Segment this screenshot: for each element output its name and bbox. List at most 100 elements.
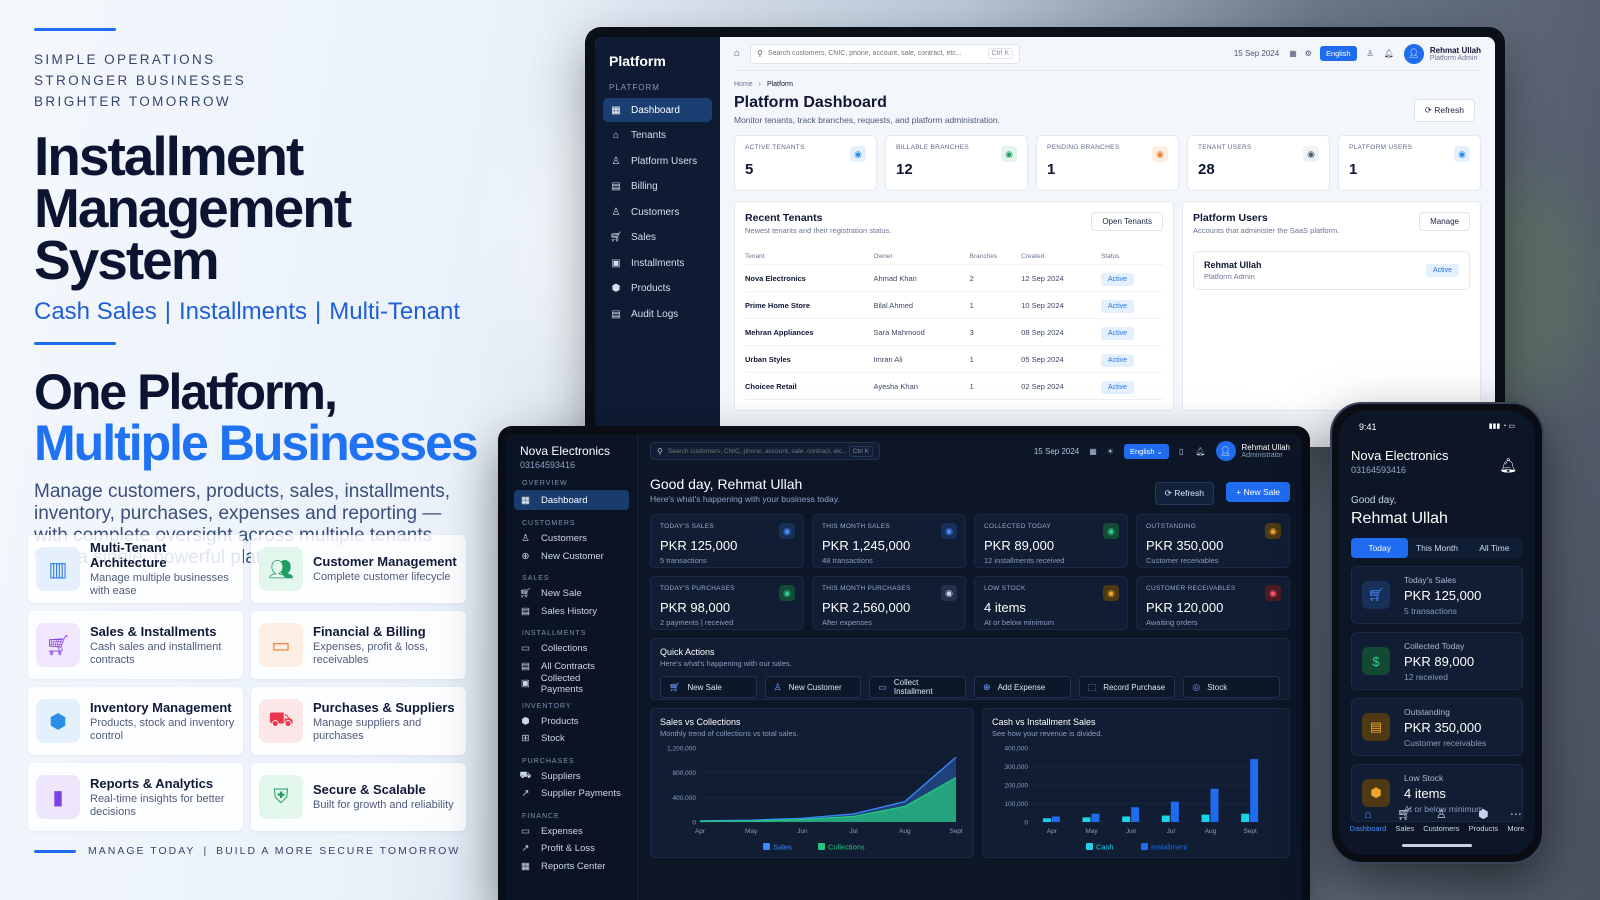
- sidebar-item-dashboard[interactable]: ▦ Dashboard: [603, 98, 712, 122]
- kpi-card[interactable]: THIS MONTH SALES PKR 1,245,000 48 transa…: [812, 514, 966, 568]
- sidebar-item-collected-payments[interactable]: ▣ Collected Payments: [514, 673, 629, 695]
- sidebar-item-products[interactable]: ⬢ Products: [603, 277, 712, 301]
- bell-icon[interactable]: 🔔︎: [1195, 447, 1205, 456]
- sidebar-item-billing[interactable]: ▤ Billing: [603, 175, 712, 199]
- charts-row: Sales vs Collections Monthly trend of co…: [650, 708, 1290, 858]
- table-row[interactable]: Nova Electronics Ahmad Khan 2 12 Sep 2024 Ac…: [745, 264, 1163, 292]
- sidebar-item-platform-users[interactable]: ♙ Platform Users: [603, 149, 712, 173]
- search-input[interactable]: [767, 50, 988, 57]
- sidebar-item-new-sale[interactable]: 🛒︎ New Sale: [514, 585, 629, 603]
- kpi-card[interactable]: LOW STOCK 4 items At or below minimum ◉: [974, 576, 1128, 630]
- sidebar-item-profit-loss[interactable]: ↗ Profit & Loss: [514, 840, 629, 858]
- global-search[interactable]: ⚲ Ctrl K: [650, 442, 880, 460]
- global-search[interactable]: ⚲ Ctrl K: [750, 43, 1021, 64]
- kpi-value: 4 items: [984, 600, 1026, 615]
- sidebar-item-audit-logs[interactable]: ▤ Audit Logs: [603, 302, 712, 326]
- kpi-card[interactable]: OUTSTANDING PKR 350,000 Customer receiva…: [1136, 514, 1290, 568]
- kpi-icon: ◉: [1001, 146, 1017, 162]
- calendar-icon[interactable]: ▦: [1289, 49, 1297, 58]
- new-sale-button[interactable]: + New Sale: [1226, 482, 1290, 502]
- kpi-card[interactable]: TENANT USERS 28 ◉: [1187, 135, 1330, 191]
- kpi-card[interactable]: TODAY'S PURCHASES PKR 98,000 2 payments …: [650, 576, 804, 630]
- column-header: Tenant: [745, 249, 874, 265]
- tab-this-month[interactable]: This Month: [1408, 538, 1465, 558]
- refresh-button[interactable]: ⟳ Refresh: [1154, 482, 1214, 505]
- status-cell: Active: [1100, 345, 1163, 373]
- sidebar-item-suppliers[interactable]: ⛟ Suppliers: [514, 768, 629, 786]
- avatar[interactable]: 👤︎: [1215, 441, 1236, 461]
- manage-button[interactable]: Manage: [1419, 212, 1470, 231]
- quick-action-new-customer[interactable]: ♙ New Customer: [764, 676, 862, 698]
- sidebar-item-sales[interactable]: 🛒︎ Sales: [603, 226, 712, 250]
- sidebar-item-label: Collections: [541, 643, 588, 655]
- kpi-card[interactable]: CUSTOMER RECEIVABLES PKR 120,000 Awaitin…: [1136, 576, 1290, 630]
- feature-title: Financial & Billing: [313, 623, 426, 639]
- kpi-card[interactable]: BILLABLE BRANCHES 12 ◉: [885, 135, 1028, 191]
- settings-icon[interactable]: ⚙: [1305, 49, 1312, 58]
- sidebar-item-dashboard[interactable]: ▦ Dashboard: [514, 490, 629, 510]
- clipboard-icon[interactable]: ▯: [1179, 447, 1183, 456]
- sidebar-item-products[interactable]: ⬢ Products: [514, 713, 629, 731]
- sidebar-item-stock[interactable]: ⊞ Stock: [514, 730, 629, 748]
- quick-action-record-purchase[interactable]: ⬚ Record Purchase: [1078, 676, 1176, 698]
- tab-all-time[interactable]: All Time: [1466, 538, 1523, 558]
- list-item[interactable]: Rehmat Ullah Platform Admin Active: [1193, 251, 1470, 290]
- search-input[interactable]: [667, 447, 849, 455]
- quick-action-collect-installment[interactable]: ▭ Collect Installment: [869, 676, 967, 698]
- kpi-card[interactable]: THIS MONTH PURCHASES PKR 2,560,000 After…: [812, 576, 966, 630]
- tenant-topbar: ⚲ Ctrl K 15 Sep 2024 ▦ ☀ English ⌄ ▯ 🔔︎ …: [650, 434, 1290, 468]
- kpi-card[interactable]: PLATFORM USERS 1 ◉: [1338, 135, 1481, 191]
- bar-cash: [1042, 818, 1051, 822]
- user-switch-icon[interactable]: ♙: [1367, 49, 1374, 58]
- table-cell: Nova Electronics: [745, 264, 874, 292]
- home-icon[interactable]: ⌂: [734, 48, 740, 59]
- sidebar-item-sales-history[interactable]: ▤ Sales History: [514, 603, 629, 621]
- platform-users-panel: Platform Users Accounts that administer …: [1182, 201, 1481, 411]
- theme-icon[interactable]: ☀: [1107, 447, 1114, 456]
- calendar-icon[interactable]: ▦: [1089, 447, 1097, 456]
- sidebar-item-customers[interactable]: ♙ Customers: [603, 200, 712, 224]
- breadcrumb-home[interactable]: Home: [734, 81, 753, 88]
- quick-action-add-expense[interactable]: ⊕ Add Expense: [974, 676, 1071, 698]
- sidebar-item-collections[interactable]: ▭ Collections: [514, 640, 629, 658]
- table-row[interactable]: Prime Home Store Bilal Ahmed 1 10 Sep 2024 A…: [745, 291, 1163, 319]
- bottom-nav-products[interactable]: ⬢ Products: [1469, 807, 1499, 833]
- refresh-button[interactable]: ⟳ Refresh: [1413, 99, 1475, 122]
- status-cell: Active: [1100, 291, 1163, 319]
- kpi-card[interactable]: ACTIVE TENANTS 5 ◉: [734, 135, 877, 191]
- bottom-nav-more[interactable]: ⋯ More: [1507, 807, 1524, 833]
- sidebar-item-tenants[interactable]: ⌂ Tenants: [603, 124, 712, 148]
- bottom-nav-customers[interactable]: ♙ Customers: [1423, 807, 1459, 833]
- language-select[interactable]: English: [1319, 46, 1357, 61]
- bell-icon[interactable]: 🔔︎: [1499, 457, 1517, 474]
- sidebar-item-expenses[interactable]: ▭ Expenses: [514, 823, 629, 841]
- stat-card[interactable]: $ Collected Today PKR 89,000 12 received: [1351, 632, 1523, 690]
- table-row[interactable]: Urban Styles Imran Ali 1 05 Sep 2024 Active: [745, 345, 1163, 373]
- quick-action-new-sale[interactable]: 🛒︎ New Sale: [660, 676, 757, 698]
- kpi-card[interactable]: PENDING BRANCHES 1 ◉: [1036, 135, 1179, 191]
- stat-card[interactable]: ▤ Outstanding PKR 350,000 Customer recei…: [1351, 698, 1523, 756]
- language-select[interactable]: English ⌄: [1123, 443, 1169, 459]
- sidebar-item-reports-center[interactable]: ▦ Reports Center: [514, 858, 629, 876]
- bell-icon[interactable]: 🔔︎: [1384, 49, 1394, 58]
- mobile-screen: 9:41 ▮▮▮ ◔ ▭ Nova Electronics 0316459341…: [1339, 411, 1535, 855]
- kpi-card[interactable]: COLLECTED TODAY PKR 89,000 12 installmen…: [974, 514, 1128, 568]
- bottom-nav-sales[interactable]: 🛒︎ Sales: [1395, 807, 1414, 833]
- nav-icon: ▣: [611, 257, 621, 269]
- feature-card: ⬢ Inventory Management Products, stock a…: [28, 687, 243, 755]
- stat-card[interactable]: 🛒︎ Today's Sales PKR 125,000 5 transacti…: [1351, 566, 1523, 624]
- quick-action-stock[interactable]: ◎ Stock: [1183, 676, 1281, 698]
- status-badge: Active: [1100, 353, 1135, 367]
- sidebar-item-customers[interactable]: ♙ Customers: [514, 530, 629, 548]
- bottom-nav-dashboard[interactable]: ⌂ Dashboard: [1350, 807, 1387, 833]
- avatar[interactable]: 👤︎: [1403, 43, 1424, 64]
- sidebar-item-new-customer[interactable]: ⊕ New Customer: [514, 548, 629, 566]
- sidebar-item-installments[interactable]: ▣ Installments: [603, 251, 712, 275]
- sidebar-item-supplier-payments[interactable]: ↗ Supplier Payments: [514, 785, 629, 803]
- table-row[interactable]: Mehran Appliances Sara Mahmood 3 08 Sep 202…: [745, 318, 1163, 346]
- action-icon: ⬚: [1087, 681, 1097, 692]
- tab-today[interactable]: Today: [1351, 538, 1409, 558]
- open-tenants-button[interactable]: Open Tenants: [1091, 212, 1163, 231]
- kpi-card[interactable]: TODAY'S SALES PKR 125,000 5 transactions…: [650, 514, 804, 568]
- table-row[interactable]: Choicee Retail Ayesha Khan 1 02 Sep 2024 Act…: [745, 372, 1163, 400]
